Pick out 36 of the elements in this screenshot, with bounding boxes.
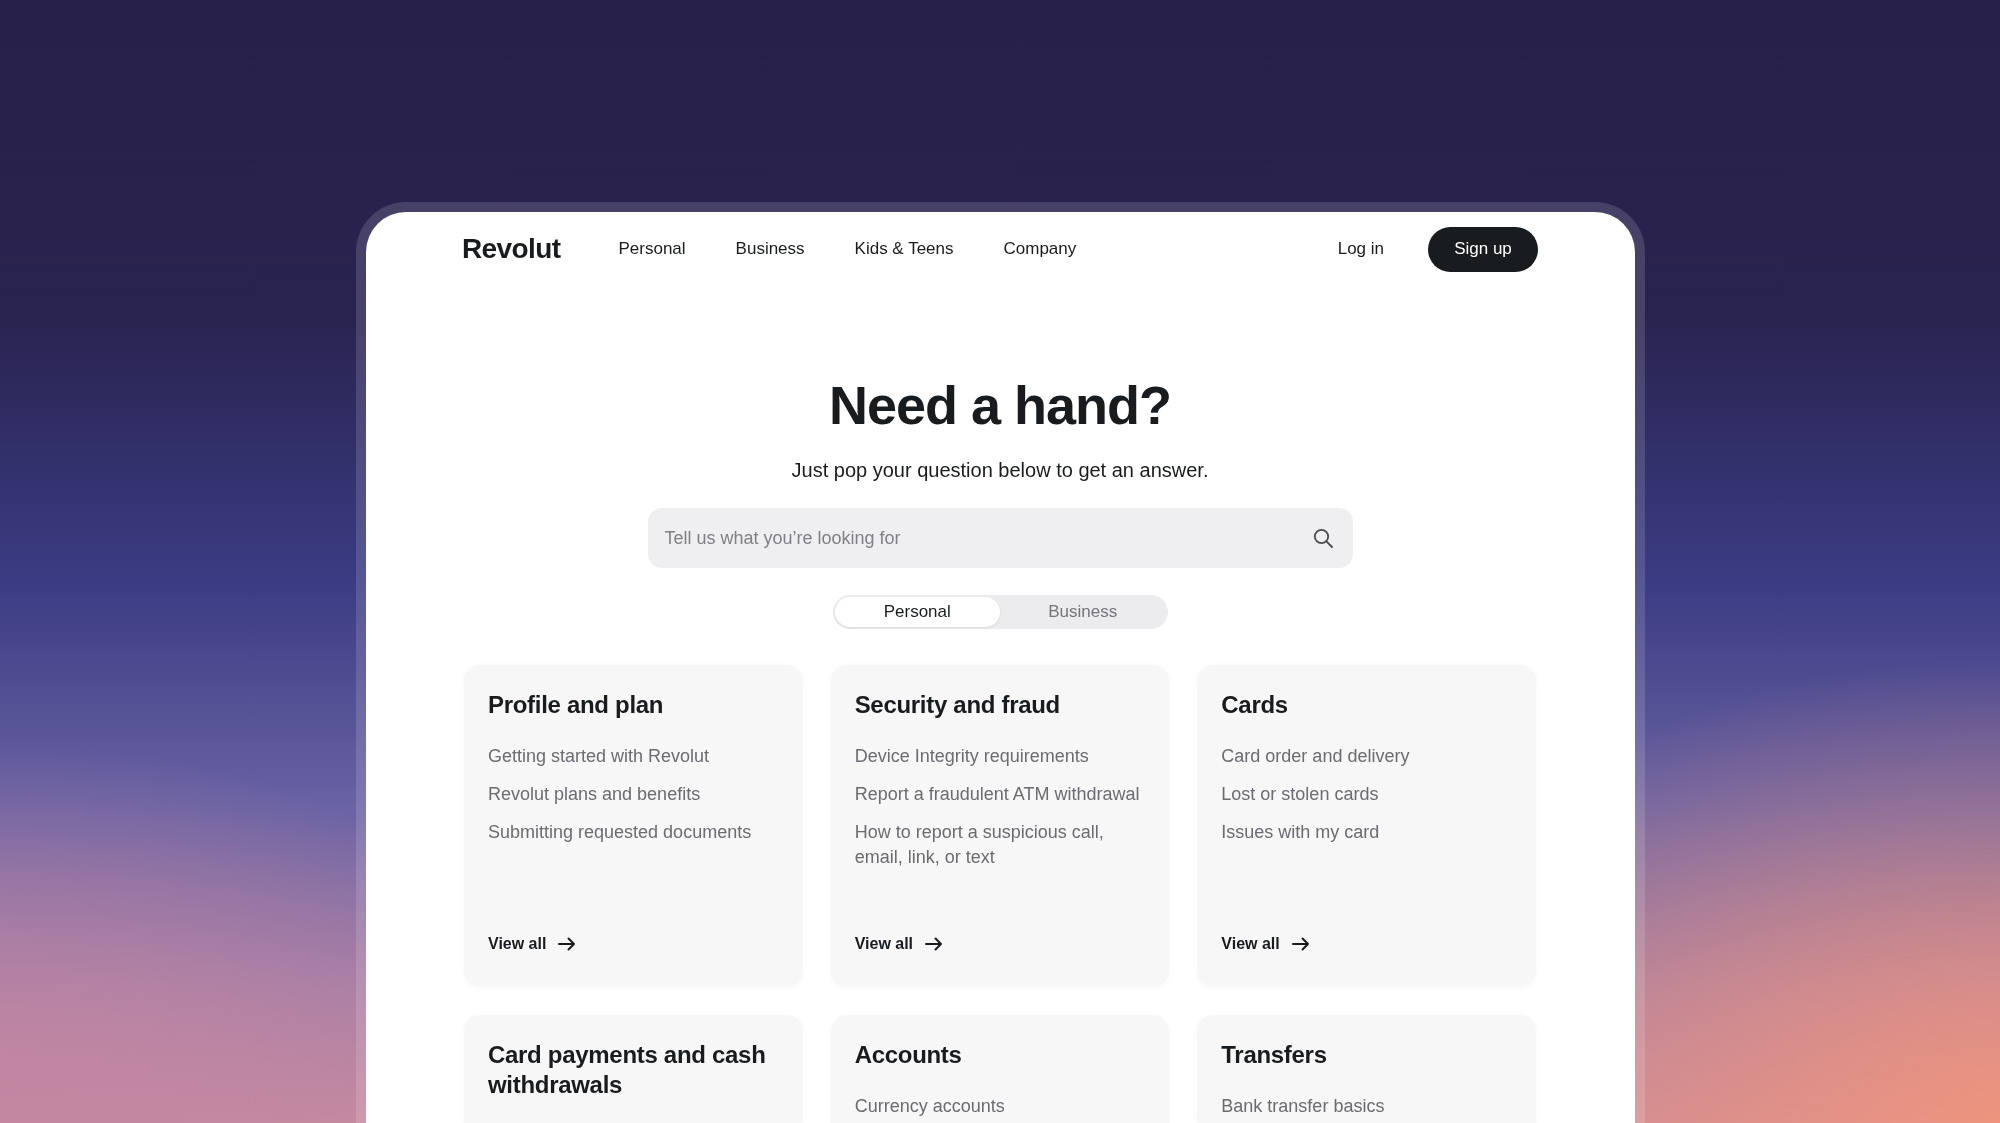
- arrow-right-icon: [558, 937, 577, 952]
- view-all-link[interactable]: View all: [854, 933, 944, 956]
- nav-link[interactable]: Company: [1003, 239, 1077, 259]
- article-link[interactable]: Submitting requested documents: [488, 820, 779, 846]
- page-title: Need a hand?: [828, 376, 1172, 436]
- article-link[interactable]: Report a fraudulent ATM withdrawal: [854, 782, 1146, 808]
- article-link[interactable]: Card order and delivery: [1221, 744, 1512, 770]
- article-link[interactable]: Issues with my card: [1221, 820, 1512, 846]
- segment-tab[interactable]: Personal: [834, 597, 1000, 628]
- card-title: Card payments and cash withdrawals: [488, 1040, 767, 1101]
- card-title: Security and fraud: [854, 690, 1061, 721]
- signup-button[interactable]: Sign up: [1428, 226, 1538, 272]
- card-title: Cards: [1221, 690, 1289, 721]
- article-link[interactable]: Revolut plans and benefits: [488, 782, 779, 808]
- article-link[interactable]: Currency accounts: [854, 1094, 1146, 1120]
- card-title: Profile and plan: [488, 690, 665, 721]
- card-title: Accounts: [854, 1040, 963, 1071]
- nav-link[interactable]: Personal: [618, 239, 686, 259]
- view-all-link[interactable]: View all: [1221, 933, 1310, 956]
- nav-link[interactable]: Kids & Teens: [854, 239, 954, 259]
- page-subtitle: Just pop your question below to get an answer.: [791, 458, 1209, 484]
- segment-tab[interactable]: Business: [1000, 597, 1166, 628]
- arrow-right-icon: [1291, 937, 1310, 952]
- login-link[interactable]: Log in: [1337, 239, 1384, 259]
- search-field[interactable]: Tell us what you’re looking for: [647, 508, 1353, 569]
- arrow-right-icon: [925, 937, 944, 952]
- article-link[interactable]: Lost or stolen cards: [1221, 782, 1512, 808]
- logo-wordmark[interactable]: Revolut: [462, 235, 561, 263]
- view-all-link[interactable]: View all: [488, 933, 577, 956]
- search-icon[interactable]: [1312, 528, 1333, 549]
- article-link[interactable]: Getting started with Revolut: [488, 744, 779, 770]
- article-link[interactable]: How to report a suspicious call, email, link, or text: [854, 820, 1146, 871]
- article-link[interactable]: Bank transfer basics: [1221, 1094, 1512, 1120]
- article-link[interactable]: Device Integrity requirements: [854, 744, 1146, 770]
- nav-link[interactable]: Business: [735, 239, 805, 259]
- card-title: Transfers: [1221, 1040, 1328, 1071]
